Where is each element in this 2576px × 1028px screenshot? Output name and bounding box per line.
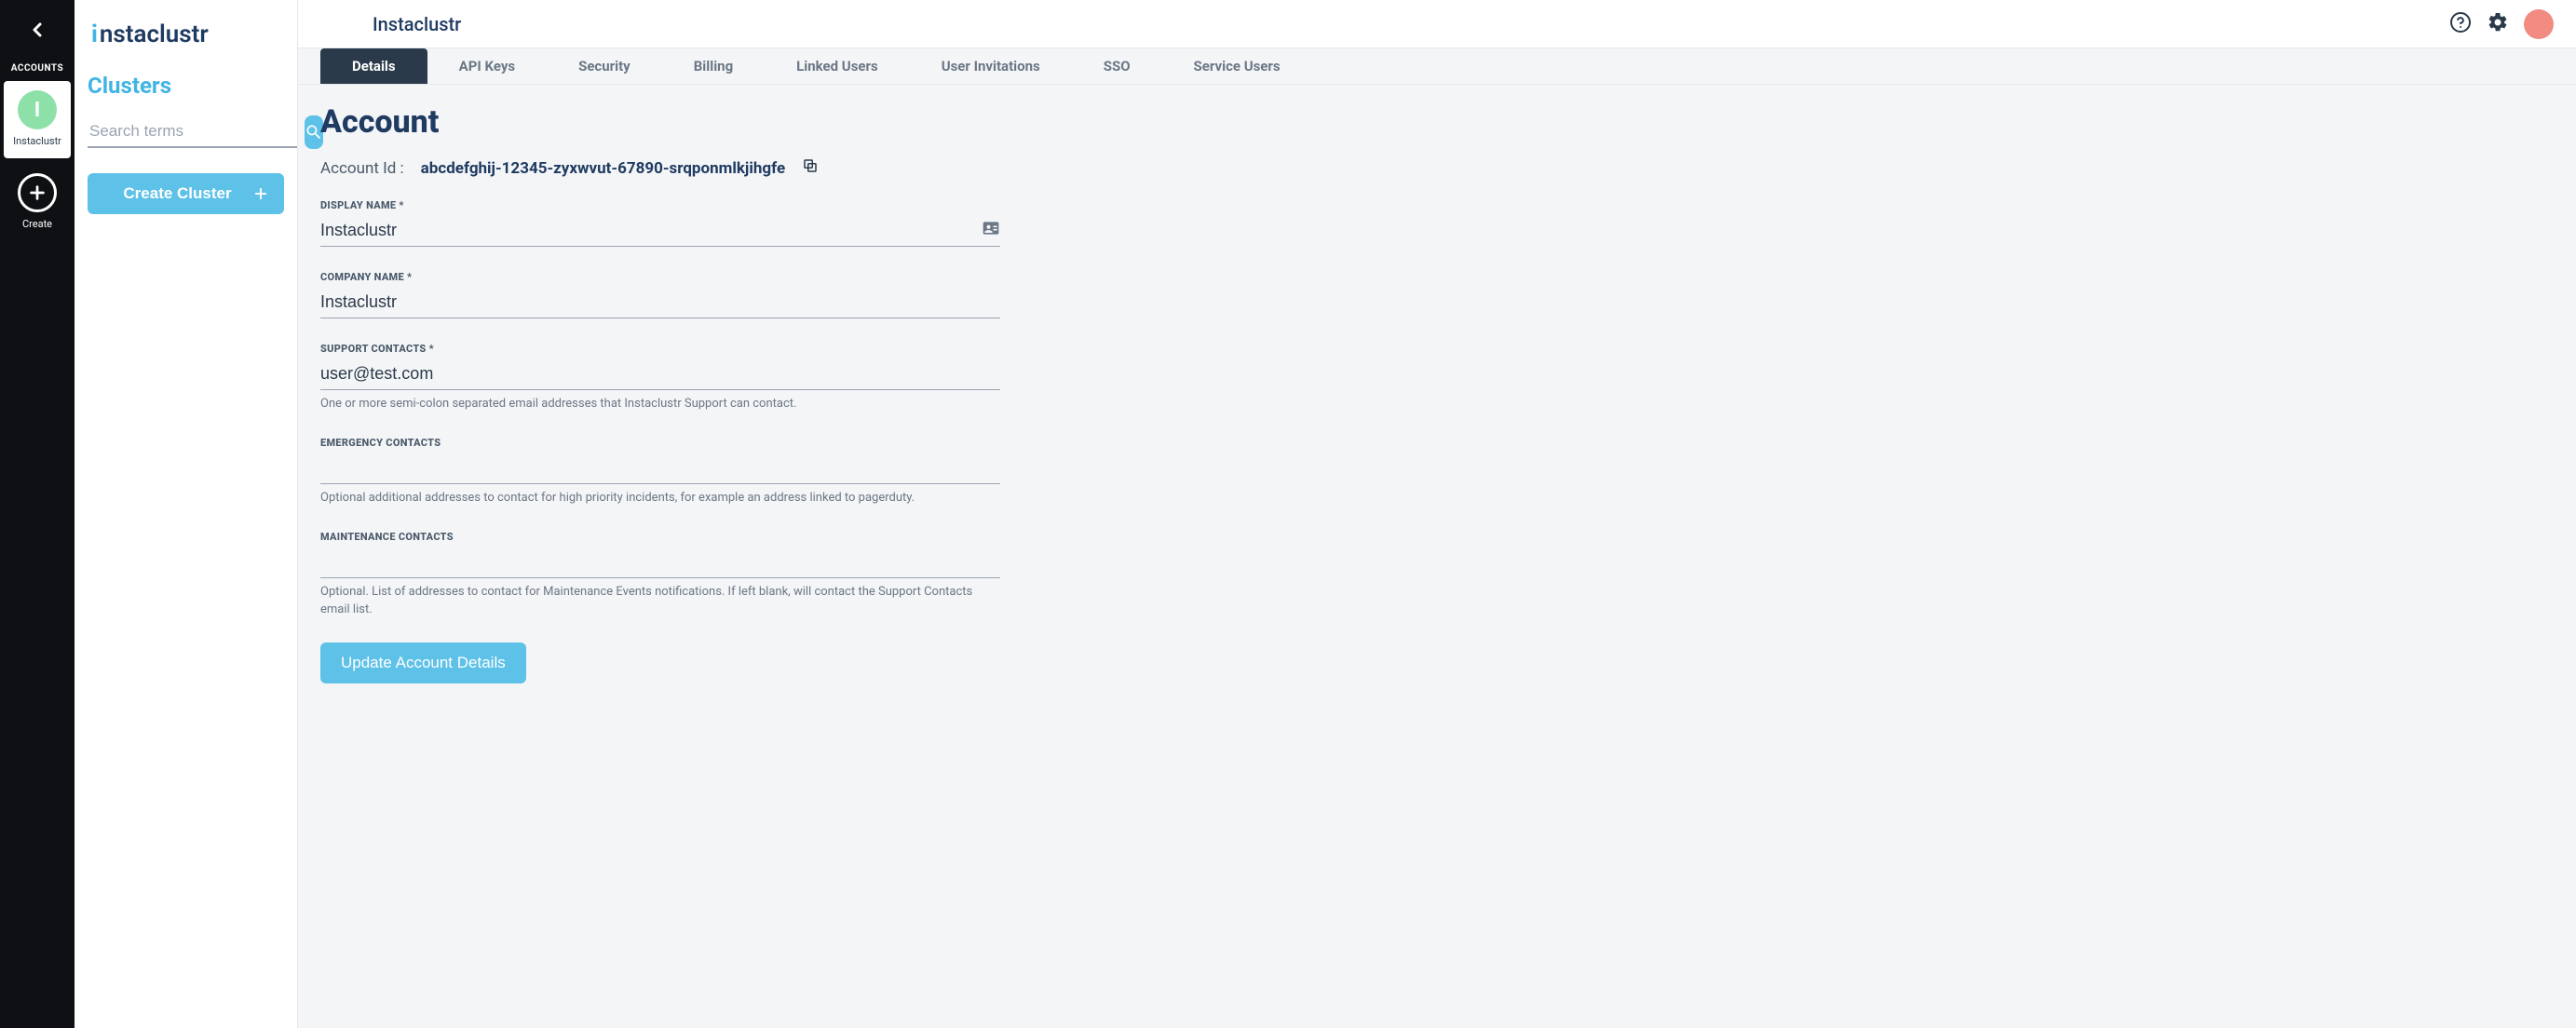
rail-account-label: Instaclustr — [13, 135, 61, 147]
page-title: Account — [320, 103, 2554, 141]
field-display-name: DISPLAY NAME * — [320, 199, 1000, 247]
company-name-input[interactable] — [320, 287, 1000, 318]
tab-billing[interactable]: Billing — [662, 48, 765, 84]
cluster-search — [88, 115, 284, 149]
account-avatar-icon: I — [18, 90, 57, 129]
tab-linked-users[interactable]: Linked Users — [765, 48, 910, 84]
gear-icon[interactable] — [2487, 11, 2509, 37]
brand-logo: instaclustr — [91, 20, 284, 48]
update-account-button[interactable]: Update Account Details — [320, 642, 526, 683]
sidebar-title: Clusters — [88, 73, 284, 99]
id-card-icon — [982, 219, 1000, 241]
topbar-actions — [2449, 9, 2554, 39]
main: Instaclustr Details API Keys Security Bi… — [298, 0, 2576, 1028]
copy-icon — [802, 157, 819, 174]
maintenance-contacts-help: Optional. List of addresses to contact f… — [320, 584, 1000, 617]
topbar: Instaclustr — [298, 0, 2576, 48]
nav-rail: ACCOUNTS I Instaclustr Create — [0, 0, 75, 1028]
logo-mark-icon: i — [91, 20, 98, 48]
back-chevron-icon[interactable] — [26, 19, 48, 41]
create-cluster-label: Create Cluster — [102, 184, 252, 203]
account-id-value: abcdefghij-12345-zyxwvut-67890-srqponmlk… — [421, 159, 785, 178]
tab-sso[interactable]: SSO — [1072, 48, 1162, 84]
display-name-input[interactable] — [320, 215, 1000, 247]
tab-details[interactable]: Details — [320, 48, 427, 84]
field-company-name: COMPANY NAME * — [320, 271, 1000, 318]
plus-icon — [252, 185, 269, 202]
field-support-contacts: SUPPORT CONTACTS * One or more semi-colo… — [320, 343, 1000, 413]
copy-account-id-button[interactable] — [802, 157, 819, 179]
tab-service-users[interactable]: Service Users — [1162, 48, 1312, 84]
emergency-contacts-input[interactable] — [320, 453, 1000, 484]
cluster-search-input[interactable] — [88, 116, 297, 148]
field-emergency-contacts: EMERGENCY CONTACTS Optional additional a… — [320, 437, 1000, 507]
emergency-contacts-help: Optional additional addresses to contact… — [320, 490, 1000, 507]
account-id-label: Account Id : — [320, 159, 404, 178]
maintenance-contacts-input[interactable] — [320, 547, 1000, 578]
display-name-label: DISPLAY NAME * — [320, 199, 1000, 211]
account-content: Account Account Id : abcdefghij-12345-zy… — [298, 85, 2576, 1028]
account-id-row: Account Id : abcdefghij-12345-zyxwvut-67… — [320, 157, 2554, 179]
company-name-label: COMPANY NAME * — [320, 271, 1000, 283]
logo-text: nstaclustr — [100, 20, 209, 48]
sidebar: instaclustr Clusters Create Cluster — [75, 0, 298, 1028]
field-maintenance-contacts: MAINTENANCE CONTACTS Optional. List of a… — [320, 531, 1000, 617]
tab-api-keys[interactable]: API Keys — [427, 48, 547, 84]
rail-section-label: ACCOUNTS — [11, 63, 63, 74]
emergency-contacts-label: EMERGENCY CONTACTS — [320, 437, 1000, 449]
tab-user-invitations[interactable]: User Invitations — [910, 48, 1072, 84]
user-avatar[interactable] — [2524, 9, 2554, 39]
support-contacts-help: One or more semi-colon separated email a… — [320, 396, 1000, 413]
topbar-title: Instaclustr — [373, 13, 461, 35]
support-contacts-label: SUPPORT CONTACTS * — [320, 343, 1000, 355]
rail-create-button[interactable] — [18, 173, 57, 212]
help-icon[interactable] — [2449, 11, 2472, 37]
account-tabs: Details API Keys Security Billing Linked… — [298, 48, 2576, 85]
rail-create-label: Create — [22, 218, 52, 230]
create-cluster-button[interactable]: Create Cluster — [88, 173, 284, 214]
tab-security[interactable]: Security — [547, 48, 662, 84]
support-contacts-input[interactable] — [320, 358, 1000, 390]
maintenance-contacts-label: MAINTENANCE CONTACTS — [320, 531, 1000, 543]
rail-account-item[interactable]: I Instaclustr — [4, 81, 71, 158]
